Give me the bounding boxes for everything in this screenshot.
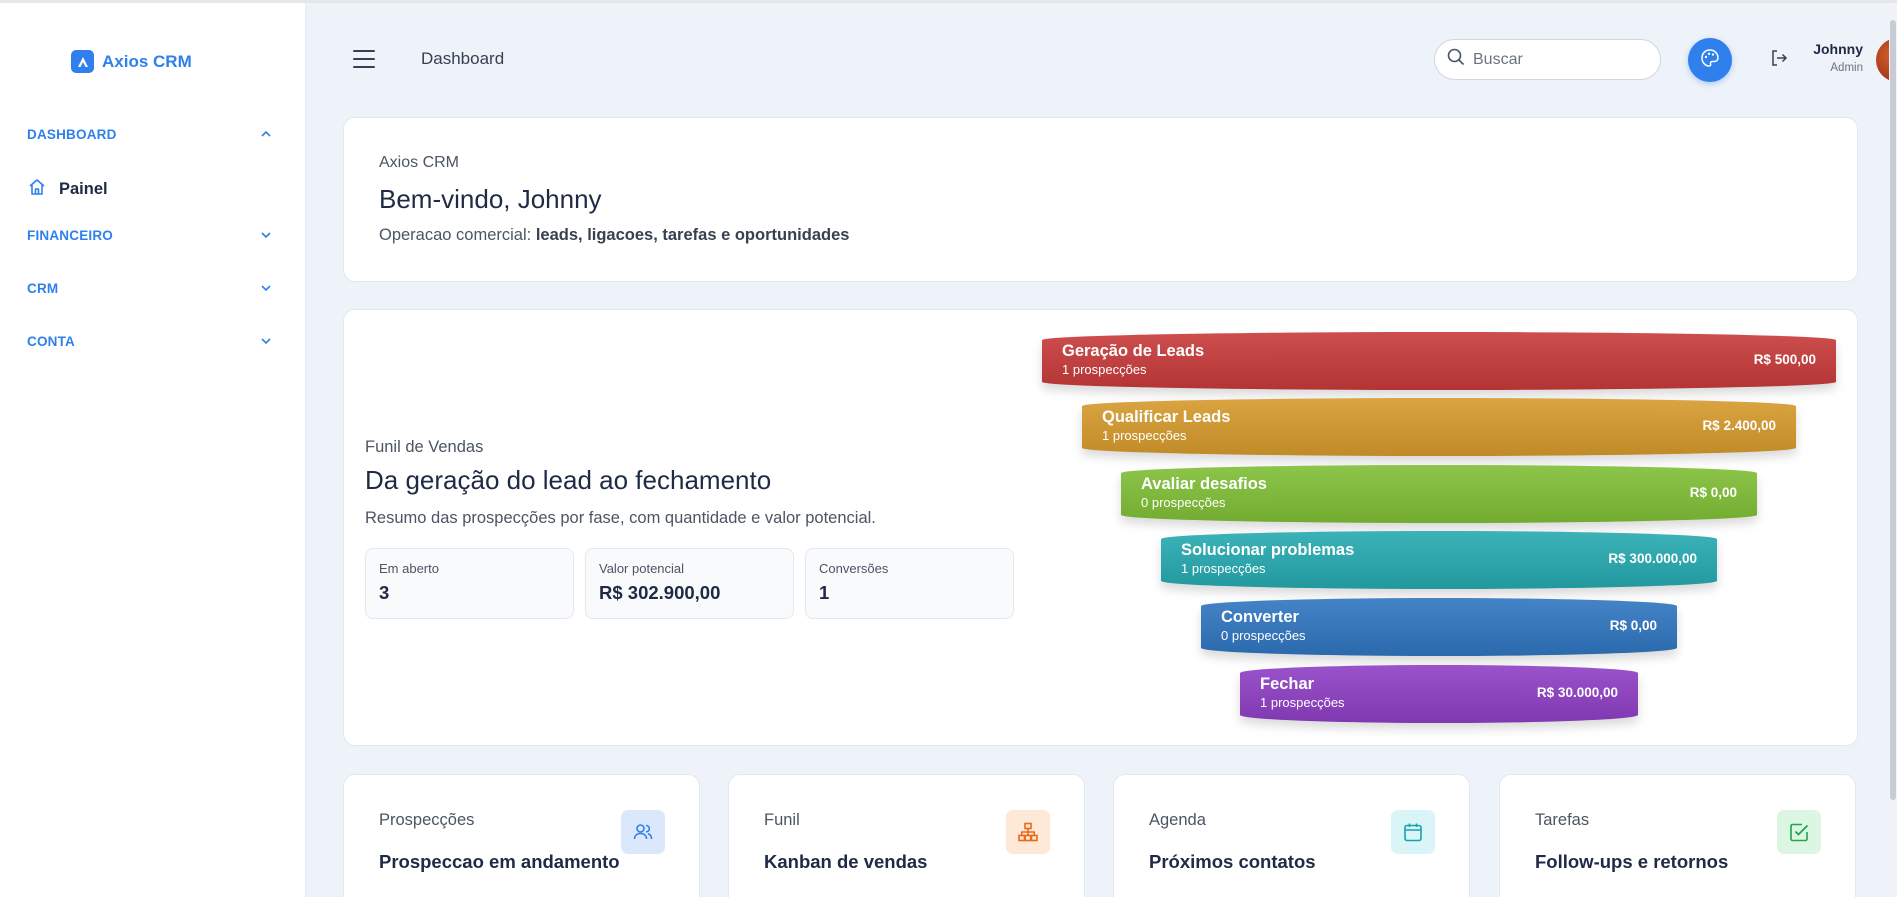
funnel-stage-qualify-leads[interactable]: Qualificar Leads 1 prospecções R$ 2.400,…: [1082, 398, 1796, 456]
funnel-stage-close[interactable]: Fechar 1 prospecções R$ 30.000,00: [1240, 665, 1638, 723]
nav-section-label: DASHBOARD: [27, 126, 117, 142]
stage-name: Avaliar desafios: [1141, 475, 1267, 493]
stage-value: R$ 0,00: [1609, 618, 1657, 633]
brand-name: Axios CRM: [102, 51, 192, 71]
chevron-down-icon: [260, 229, 272, 241]
shortcut-title: Kanban de vendas: [764, 851, 928, 872]
shortcut-kicker: Agenda: [1149, 811, 1206, 829]
nav-section-crm[interactable]: CRM: [27, 275, 272, 301]
stage-count: 0 prospecções: [1141, 495, 1226, 510]
stage-name: Qualificar Leads: [1102, 408, 1231, 426]
funnel-kicker: Funil de Vendas: [365, 438, 484, 456]
stage-count: 1 prospecções: [1062, 362, 1147, 377]
stat-potential-value: Valor potencial R$ 302.900,00: [585, 548, 794, 619]
stat-label: Valor potencial: [599, 561, 685, 576]
stat-value: 3: [379, 582, 390, 603]
stage-value: R$ 500,00: [1753, 352, 1816, 367]
welcome-card: Axios CRM Bem-vindo, Johnny Operacao com…: [343, 117, 1858, 282]
sidebar: Axios CRM DASHBOARD Painel FINANCEIRO CR…: [0, 3, 306, 897]
search-input[interactable]: [1473, 50, 1633, 69]
funnel-stage-evaluate-challenges[interactable]: Avaliar desafios 0 prospecções R$ 0,00: [1121, 465, 1757, 523]
stage-name: Solucionar problemas: [1181, 541, 1355, 559]
shortcut-card-tasks[interactable]: Tarefas Follow-ups e retornos: [1499, 774, 1856, 897]
stage-value: R$ 300.000,00: [1608, 551, 1697, 566]
stage-count: 1 prospecções: [1260, 695, 1345, 710]
calendar-icon: [1391, 810, 1435, 854]
theme-palette-button[interactable]: [1688, 38, 1732, 82]
stage-value: R$ 30.000,00: [1536, 685, 1618, 700]
users-icon: [621, 810, 665, 854]
shortcut-kicker: Funil: [764, 811, 800, 829]
hamburger-icon-bar: [353, 58, 375, 60]
stage-count: 0 prospecções: [1221, 628, 1306, 643]
chevron-up-icon: [260, 128, 272, 140]
brand-logo-icon: [71, 50, 94, 73]
funnel-stage-convert[interactable]: Converter 0 prospecções R$ 0,00: [1201, 598, 1677, 656]
palette-icon: [1700, 48, 1720, 73]
stat-value: R$ 302.900,00: [599, 582, 721, 603]
funnel-stage-lead-generation[interactable]: Geração de Leads 1 prospecções R$ 500,00: [1042, 332, 1836, 390]
user-name: Johnny: [1813, 41, 1863, 57]
welcome-app-name: Axios CRM: [379, 154, 460, 171]
nav-section-conta[interactable]: CONTA: [27, 328, 272, 354]
nav-section-financeiro[interactable]: FINANCEIRO: [27, 222, 272, 248]
stat-label: Conversões: [819, 561, 889, 576]
shortcut-title: Prospeccao em andamento: [379, 851, 620, 872]
brand[interactable]: Axios CRM: [71, 50, 192, 73]
shortcut-kicker: Tarefas: [1535, 811, 1590, 829]
stat-label: Em aberto: [379, 561, 439, 576]
nav-section-label: FINANCEIRO: [27, 227, 113, 243]
check-square-icon: [1777, 810, 1821, 854]
nav-section-dashboard[interactable]: DASHBOARD: [27, 121, 272, 147]
welcome-title: Bem-vindo, Johnny: [379, 184, 602, 214]
welcome-subtitle-prefix: Operacao comercial:: [379, 226, 536, 244]
stat-value: 1: [819, 582, 830, 603]
menu-toggle-button[interactable]: [352, 47, 376, 71]
sidebar-item-painel[interactable]: Painel: [27, 175, 277, 203]
stat-open: Em aberto 3: [365, 548, 574, 619]
hamburger-icon-bar: [353, 50, 375, 52]
welcome-subtitle-highlight: leads, ligacoes, tarefas e oportunidades: [535, 226, 850, 244]
shortcut-title: Follow-ups e retornos: [1535, 851, 1729, 872]
nav-section-label: CRM: [27, 280, 59, 296]
funnel-description: Resumo das prospecções por fase, com qua…: [365, 509, 876, 527]
hamburger-icon-bar: [353, 66, 375, 68]
page-title: Dashboard: [421, 49, 505, 68]
sales-funnel-card: Funil de Vendas Da geração do lead ao fe…: [343, 309, 1858, 746]
shortcut-card-prospects[interactable]: Prospecções Prospeccao em andamento: [343, 774, 700, 897]
shortcut-card-funnel[interactable]: Funil Kanban de vendas: [728, 774, 1085, 897]
stage-value: R$ 2.400,00: [1702, 418, 1776, 433]
shortcut-card-agenda[interactable]: Agenda Próximos contatos: [1113, 774, 1470, 897]
nav-section-label: CONTA: [27, 333, 75, 349]
stage-count: 1 prospecções: [1102, 428, 1187, 443]
scrollbar-thumb[interactable]: [1890, 20, 1896, 800]
user-role: Admin: [1830, 62, 1863, 74]
stage-name: Converter: [1221, 608, 1299, 626]
sidebar-item-label: Painel: [59, 179, 108, 198]
chevron-down-icon: [260, 282, 272, 294]
welcome-subtitle: Operacao comercial: leads, ligacoes, tar…: [379, 226, 849, 245]
home-icon: [27, 177, 47, 202]
stage-value: R$ 0,00: [1689, 485, 1737, 500]
stage-name: Fechar: [1260, 675, 1315, 693]
shortcut-title: Próximos contatos: [1149, 851, 1316, 872]
search-box[interactable]: [1434, 39, 1661, 80]
funnel-stage-solve-problems[interactable]: Solucionar problemas 1 prospecções R$ 30…: [1161, 531, 1717, 589]
chevron-down-icon: [260, 335, 272, 347]
stat-conversions: Conversões 1: [805, 548, 1014, 619]
funnel-title: Da geração do lead ao fechamento: [365, 465, 772, 495]
shortcut-kicker: Prospecções: [379, 811, 475, 829]
stage-name: Geração de Leads: [1062, 342, 1205, 360]
stage-count: 1 prospecções: [1181, 561, 1266, 576]
org-chart-icon: [1006, 810, 1050, 854]
search-icon: [1447, 48, 1465, 71]
